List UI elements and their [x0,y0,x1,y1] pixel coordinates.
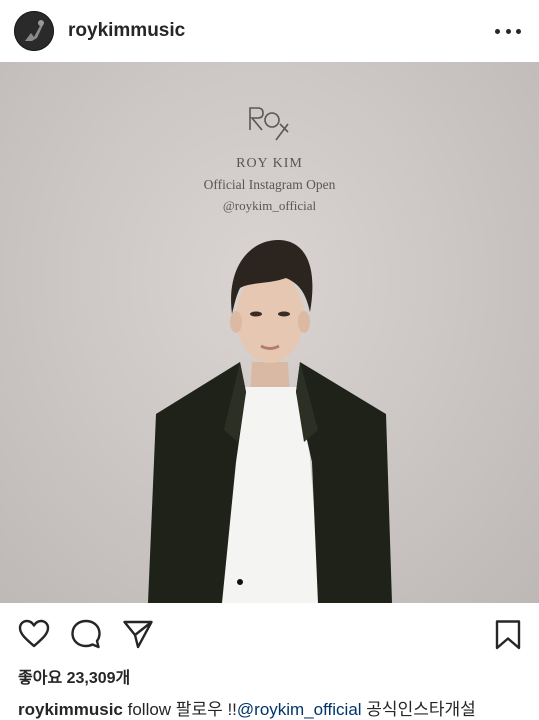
post-photo[interactable]: ROY KIM Official Instagram Open @roykim_… [0,62,539,603]
comment-icon[interactable] [70,619,102,649]
more-dot [516,28,521,34]
send-icon[interactable] [122,619,154,649]
more-dot [505,28,511,34]
heart-icon[interactable] [18,619,50,649]
caption-text-after: 공식인스타개설 [366,700,476,719]
caption-username[interactable]: roykimmusic [18,700,123,719]
photo-handle: @roykim_official [222,198,317,213]
likes-count[interactable]: 좋아요 23,309개 [18,664,130,688]
avatar-image [14,11,54,51]
portrait-illustration [148,107,392,603]
action-bar [0,603,539,663]
post-caption: roykimmusic follow 팔로우 !!@roykim_officia… [18,695,538,720]
profile-avatar[interactable] [14,11,54,51]
post-username[interactable]: roykimmusic [68,20,495,42]
photo-title: ROY KIM [236,156,303,171]
more-options-icon[interactable] [495,21,521,41]
caption-text: follow 팔로우 !! [127,700,237,719]
caption-mention-link[interactable]: @roykim_official [237,700,362,719]
post-header: roykimmusic [0,0,539,62]
photo-subtitle: Official Instagram Open [203,177,336,192]
bookmark-icon[interactable] [494,619,522,651]
more-dot [495,28,500,34]
